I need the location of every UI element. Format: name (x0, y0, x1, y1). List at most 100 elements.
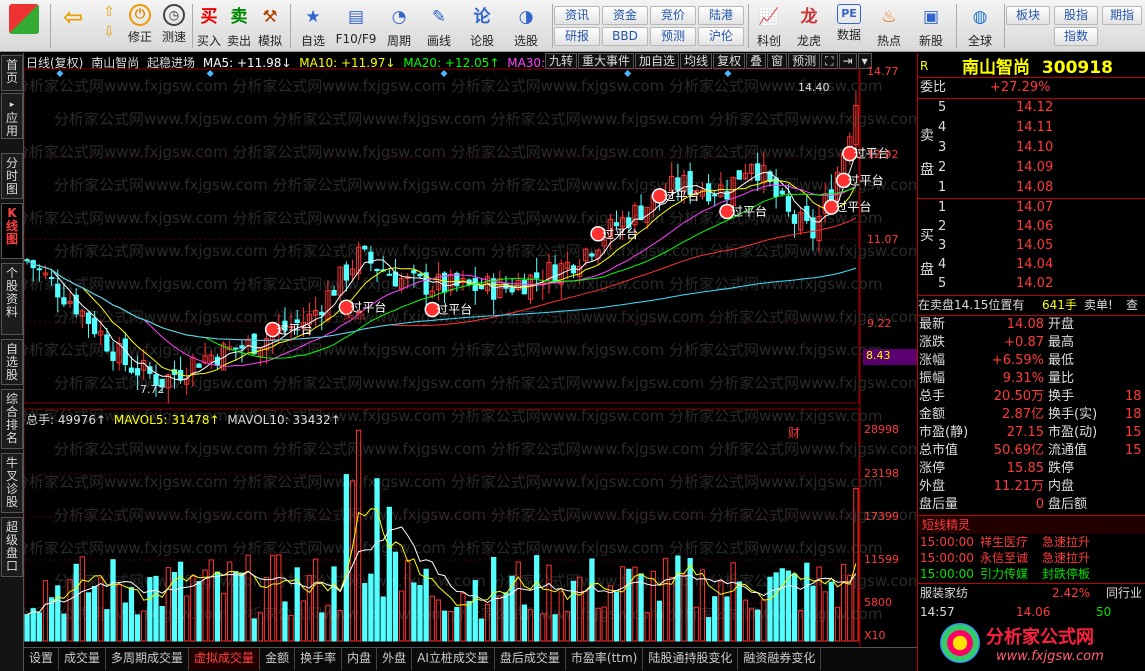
expand-icon[interactable]: ⇥ (838, 53, 857, 69)
sell-order-row[interactable]: 1 14.08 (918, 179, 1145, 197)
app-logo-icon[interactable] (4, 2, 44, 50)
forum-button[interactable]: 论 论股 (462, 2, 502, 50)
alert-query-button[interactable]: 查 (1126, 296, 1138, 314)
tab-margin[interactable]: 融资融券变化 (738, 648, 822, 670)
simulate-button[interactable]: ⚒ 模拟 (254, 2, 286, 50)
ipo-button[interactable]: ▣ 新股 (912, 2, 950, 50)
volume-bar (472, 580, 478, 642)
period-button[interactable]: ◔ 周期 (380, 2, 418, 50)
major-events-button[interactable]: 重大事件 (578, 53, 635, 69)
candle-body (804, 205, 810, 222)
news-item[interactable]: 15:00:00 引力传媒 封跌停板 (918, 566, 1145, 582)
candle-body (755, 163, 761, 181)
window-button[interactable]: 窗 (767, 53, 788, 69)
dragon-tiger-button[interactable]: 龙 龙虎 (790, 2, 828, 50)
tab-watchlist[interactable]: 自选股 (1, 339, 23, 385)
buy-order-row[interactable]: 4 14.04 (918, 256, 1145, 274)
volume-bar (662, 557, 669, 642)
volume-bar (48, 597, 55, 642)
tab-turnover[interactable]: 换手率 (295, 648, 343, 670)
volume-bar (552, 614, 558, 642)
tab-ranking[interactable]: 综合排名 (1, 389, 23, 449)
star-market-button[interactable]: 📈 科创 (750, 2, 788, 50)
funds-button[interactable]: 资金 (602, 6, 648, 25)
sell-order-row[interactable]: 5 14.12 (918, 99, 1145, 117)
f10-button[interactable]: ▤ F10/F9 (334, 2, 378, 50)
ma-button[interactable]: 均线 (680, 53, 713, 69)
tab-virtual-volume[interactable]: 虚拟成交量 (189, 648, 261, 670)
tab-home[interactable]: 首页 (1, 55, 23, 91)
tab-super-orderbook[interactable]: 超级盘口 (1, 517, 23, 577)
volume-bar (675, 555, 681, 642)
finance-marker[interactable]: 财 (788, 424, 800, 441)
tab-outer[interactable]: 外盘 (377, 648, 413, 670)
research-button[interactable]: 研报 (554, 27, 600, 46)
indices-button[interactable]: 指数 (1054, 27, 1098, 46)
watermark-text: 分析家公式网www.fxjgsw.com 分析家公式网www.fxjgsw.co… (54, 242, 917, 260)
tab-northbound[interactable]: 陆股通持股变化 (643, 648, 739, 670)
tab-diagnosis[interactable]: 牛叉诊股 (1, 453, 23, 513)
tab-pe-ttm[interactable]: 市盈率(ttm) (566, 648, 644, 670)
futures-index-button[interactable]: 期指 (1102, 6, 1142, 25)
buy-button[interactable]: 买 买入 (194, 2, 224, 50)
predict-button[interactable]: 预测 (788, 53, 821, 69)
tab-settings[interactable]: 设置 (24, 648, 60, 670)
add-watchlist-button[interactable]: 加自选 (635, 53, 680, 69)
tab-inner[interactable]: 内盘 (342, 648, 378, 670)
buy-order-row[interactable]: 5 14.02 (918, 275, 1145, 293)
lock-icon[interactable]: ⛶ (821, 53, 838, 69)
tab-ai-volume[interactable]: AI立桩成交量 (412, 648, 495, 670)
overlay-button[interactable]: 叠 (746, 53, 767, 69)
nav-up-down[interactable]: ⇧ ⇩ (94, 2, 124, 50)
tab-amount[interactable]: 金额 (260, 648, 296, 670)
buy-order-row[interactable]: 3 14.05 (918, 237, 1145, 255)
nine-turn-button[interactable]: 九转 (545, 53, 578, 69)
event-diamond (206, 69, 214, 78)
volume-bar (454, 606, 460, 642)
bbd-button[interactable]: BBD (602, 27, 648, 46)
sell-order-row[interactable]: 3 14.10 (918, 139, 1145, 157)
draw-line-button[interactable]: ✎ 画线 (420, 2, 458, 50)
sell-order-row[interactable]: 2 14.09 (918, 159, 1145, 177)
data-button[interactable]: PE 数据 (830, 2, 868, 50)
stock-picker-button[interactable]: ◑ 选股 (504, 2, 548, 50)
hotspot-button[interactable]: ♨ 热点 (870, 2, 908, 50)
tab-apps[interactable]: ▸ 应用 (1, 93, 23, 139)
volume-bar (319, 612, 325, 642)
tab-multi-volume[interactable]: 多周期成交量 (106, 648, 190, 670)
buy-order-row[interactable]: 1 14.07 (918, 199, 1145, 217)
global-button[interactable]: ◍ 全球 (958, 2, 1002, 50)
sector-button[interactable]: 板块 (1006, 6, 1050, 25)
news-item[interactable]: 15:00:00 祥生医疗 急速拉升 (918, 534, 1145, 550)
volume-bar (804, 562, 810, 642)
kline-chart-svg[interactable]: 分析家公式网www.fxjgsw.com 分析家公式网www.fxjgsw.co… (24, 53, 917, 647)
auction-button[interactable]: 竞价 (650, 6, 696, 25)
sell-button[interactable]: 卖 卖出 (224, 2, 254, 50)
hk-connect-button[interactable]: 陆港 (698, 6, 744, 25)
adjust-button[interactable]: 复权 (713, 53, 746, 69)
sell-order-row[interactable]: 4 14.11 (918, 119, 1145, 137)
watchlist-button[interactable]: ★ 自选 (294, 2, 332, 50)
stat-row: 盘后量 0 盘后额 (919, 497, 1088, 512)
tab-kline[interactable]: K线图 (1, 203, 23, 259)
index-futures-button[interactable]: 股指 (1054, 6, 1098, 25)
tab-volume[interactable]: 成交量 (59, 648, 107, 670)
revise-button[interactable]: ⏻ 修正 (124, 2, 156, 50)
event-diamond (624, 69, 632, 78)
tab-intraday[interactable]: 分时图 (1, 153, 23, 199)
news-item[interactable]: 15:00:00 永信至诚 急速拉升 (918, 550, 1145, 566)
buy-order-row[interactable]: 2 14.06 (918, 218, 1145, 236)
left-tab-bar: 首页 ▸ 应用 分时图 K线图 个股资料 自选股 综合排名 牛叉诊股 超级盘口 (0, 53, 24, 671)
stat-row: 市盈(静) 27.15 市盈(动) 15 (919, 425, 1142, 440)
kline-chart-area[interactable]: 分析家公式网www.fxjgsw.com 分析家公式网www.fxjgsw.co… (24, 53, 917, 647)
tab-after-hours[interactable]: 盘后成交量 (495, 648, 566, 670)
tab-stock-profile[interactable]: 个股资料 (1, 263, 23, 335)
shanghai-london-button[interactable]: 沪伦 (698, 27, 744, 46)
back-button[interactable]: ⇦ (56, 2, 90, 50)
clock-icon: ◷ (163, 4, 185, 26)
news-button[interactable]: 资讯 (554, 6, 600, 25)
speed-test-button[interactable]: ◷ 测速 (158, 2, 190, 50)
forecast-button[interactable]: 预测 (650, 27, 696, 46)
industry-row[interactable]: 服装家纺 2.42% 同行业 (918, 584, 1145, 602)
dragon-icon: 龙 (800, 7, 818, 27)
